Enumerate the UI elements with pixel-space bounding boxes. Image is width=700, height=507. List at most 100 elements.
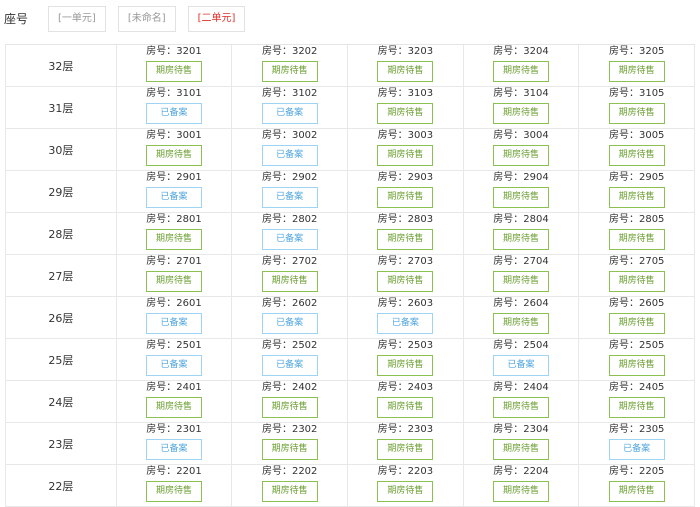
tab-unit-1[interactable]: [一单元] <box>48 5 106 32</box>
room-status-button[interactable]: 期房待售 <box>377 145 434 166</box>
room-status-button[interactable]: 已备案 <box>261 229 318 250</box>
room-cell: 房号：2905 期房待售 <box>579 171 696 212</box>
room-status-button[interactable]: 期房待售 <box>377 61 434 82</box>
room-cell: 房号：2702 期房待售 <box>232 255 349 296</box>
room-number: 房号：3004 <box>493 130 549 141</box>
room-status-button[interactable]: 期房待售 <box>608 481 665 502</box>
room-cell: 房号：3102 已备案 <box>232 87 349 128</box>
room-cell: 房号：2904 期房待售 <box>464 171 580 212</box>
room-status-button[interactable]: 期房待售 <box>493 481 550 502</box>
room-cell: 房号：2305 已备案 <box>579 423 696 464</box>
room-number: 房号：2902 <box>261 172 318 183</box>
room-cell: 房号：2903 期房待售 <box>348 171 464 212</box>
room-cell: 房号：2205 期房待售 <box>579 465 696 506</box>
room-number: 房号：3002 <box>261 130 318 141</box>
room-status-button[interactable]: 期房待售 <box>608 229 665 250</box>
room-status-button[interactable]: 已备案 <box>377 313 434 334</box>
room-status-button[interactable]: 期房待售 <box>377 187 434 208</box>
seat-number-label: 座号 <box>4 12 29 26</box>
room-number: 房号：2302 <box>261 424 318 435</box>
room-status-button[interactable]: 期房待售 <box>261 439 318 460</box>
room-status-button[interactable]: 已备案 <box>261 103 318 124</box>
room-status-button[interactable]: 期房待售 <box>146 271 202 292</box>
room-status-button[interactable]: 期房待售 <box>377 481 434 502</box>
room-status-button[interactable]: 已备案 <box>608 439 665 460</box>
room-status-button[interactable]: 期房待售 <box>261 481 318 502</box>
room-cell: 房号：2503 期房待售 <box>348 339 464 380</box>
room-number: 房号：2804 <box>493 214 549 225</box>
room-status-button[interactable]: 期房待售 <box>377 355 434 376</box>
room-cell: 房号：2603 已备案 <box>348 297 464 338</box>
room-status-button[interactable]: 期房待售 <box>493 271 550 292</box>
room-status-button[interactable]: 期房待售 <box>261 61 318 82</box>
room-status-button[interactable]: 期房待售 <box>261 271 318 292</box>
room-cell: 房号：2204 期房待售 <box>464 465 580 506</box>
room-number: 房号：3204 <box>493 46 549 57</box>
floor-label: 31层 <box>5 87 117 128</box>
room-status-button[interactable]: 期房待售 <box>146 145 202 166</box>
floor-label: 28层 <box>5 213 117 254</box>
room-number: 房号：3205 <box>608 46 665 57</box>
room-status-button[interactable]: 期房待售 <box>377 103 434 124</box>
floor-label: 32层 <box>5 45 117 86</box>
room-status-button[interactable]: 期房待售 <box>608 397 665 418</box>
room-status-button[interactable]: 期房待售 <box>608 187 665 208</box>
room-number: 房号：2604 <box>493 298 549 309</box>
room-status-button[interactable]: 期房待售 <box>608 145 665 166</box>
floor-label: 30层 <box>5 129 117 170</box>
room-status-button[interactable]: 期房待售 <box>608 355 665 376</box>
room-status-button[interactable]: 已备案 <box>146 313 202 334</box>
room-number: 房号：2603 <box>377 298 434 309</box>
floor-label: 25层 <box>5 339 117 380</box>
room-status-button[interactable]: 已备案 <box>261 313 318 334</box>
room-cell: 房号：2303 期房待售 <box>348 423 464 464</box>
room-status-button[interactable]: 已备案 <box>146 103 202 124</box>
tab-unit-2[interactable]: [二单元] <box>187 5 246 32</box>
room-status-button[interactable]: 期房待售 <box>493 61 550 82</box>
room-status-button[interactable]: 期房待售 <box>608 271 665 292</box>
room-status-button[interactable]: 期房待售 <box>377 271 434 292</box>
room-cell: 房号：2902 已备案 <box>232 171 349 212</box>
room-cell: 房号：2803 期房待售 <box>348 213 464 254</box>
room-status-button[interactable]: 期房待售 <box>377 229 434 250</box>
tab-unnamed[interactable]: [未命名] <box>117 5 176 32</box>
room-status-button[interactable]: 期房待售 <box>377 439 434 460</box>
room-number: 房号：3005 <box>608 130 665 141</box>
floor-label: 23层 <box>5 423 117 464</box>
room-status-button[interactable]: 已备案 <box>146 355 202 376</box>
room-status-button[interactable]: 期房待售 <box>377 397 434 418</box>
room-status-button[interactable]: 期房待售 <box>146 397 202 418</box>
table-row: 29层 房号：2901 已备案 房号：2902 已备案 房号：2903 期房待售 房号：290… <box>5 171 696 213</box>
room-status-button[interactable]: 期房待售 <box>493 313 550 334</box>
room-status-button[interactable]: 期房待售 <box>493 397 550 418</box>
room-status-button[interactable]: 期房待售 <box>146 481 202 502</box>
room-status-button[interactable]: 已备案 <box>261 355 318 376</box>
room-cell: 房号：2704 期房待售 <box>464 255 580 296</box>
room-status-button[interactable]: 期房待售 <box>146 61 202 82</box>
room-number: 房号：2702 <box>261 256 318 267</box>
room-number: 房号：2201 <box>146 466 202 477</box>
room-number: 房号：2503 <box>377 340 434 351</box>
room-number: 房号：2705 <box>608 256 665 267</box>
room-status-button[interactable]: 期房待售 <box>608 103 665 124</box>
room-status-button[interactable]: 已备案 <box>493 355 550 376</box>
room-status-button[interactable]: 已备案 <box>146 187 202 208</box>
room-status-button[interactable]: 期房待售 <box>608 61 665 82</box>
room-number: 房号：2903 <box>377 172 434 183</box>
room-status-button[interactable]: 已备案 <box>261 145 318 166</box>
table-row: 23层 房号：2301 已备案 房号：2302 期房待售 房号：2303 期房待售 房号：23… <box>5 423 696 465</box>
room-status-button[interactable]: 期房待售 <box>146 229 202 250</box>
room-number: 房号：2905 <box>608 172 665 183</box>
room-number: 房号：3201 <box>146 46 202 57</box>
room-status-button[interactable]: 期房待售 <box>608 313 665 334</box>
room-status-button[interactable]: 期房待售 <box>493 187 550 208</box>
room-status-button[interactable]: 期房待售 <box>493 103 550 124</box>
room-status-button[interactable]: 期房待售 <box>493 145 550 166</box>
room-cell: 房号：2605 期房待售 <box>579 297 696 338</box>
room-cell: 房号：2705 期房待售 <box>579 255 696 296</box>
room-status-button[interactable]: 已备案 <box>261 187 318 208</box>
room-status-button[interactable]: 期房待售 <box>493 229 550 250</box>
room-status-button[interactable]: 期房待售 <box>493 439 550 460</box>
room-status-button[interactable]: 期房待售 <box>261 397 318 418</box>
room-status-button[interactable]: 已备案 <box>146 439 202 460</box>
